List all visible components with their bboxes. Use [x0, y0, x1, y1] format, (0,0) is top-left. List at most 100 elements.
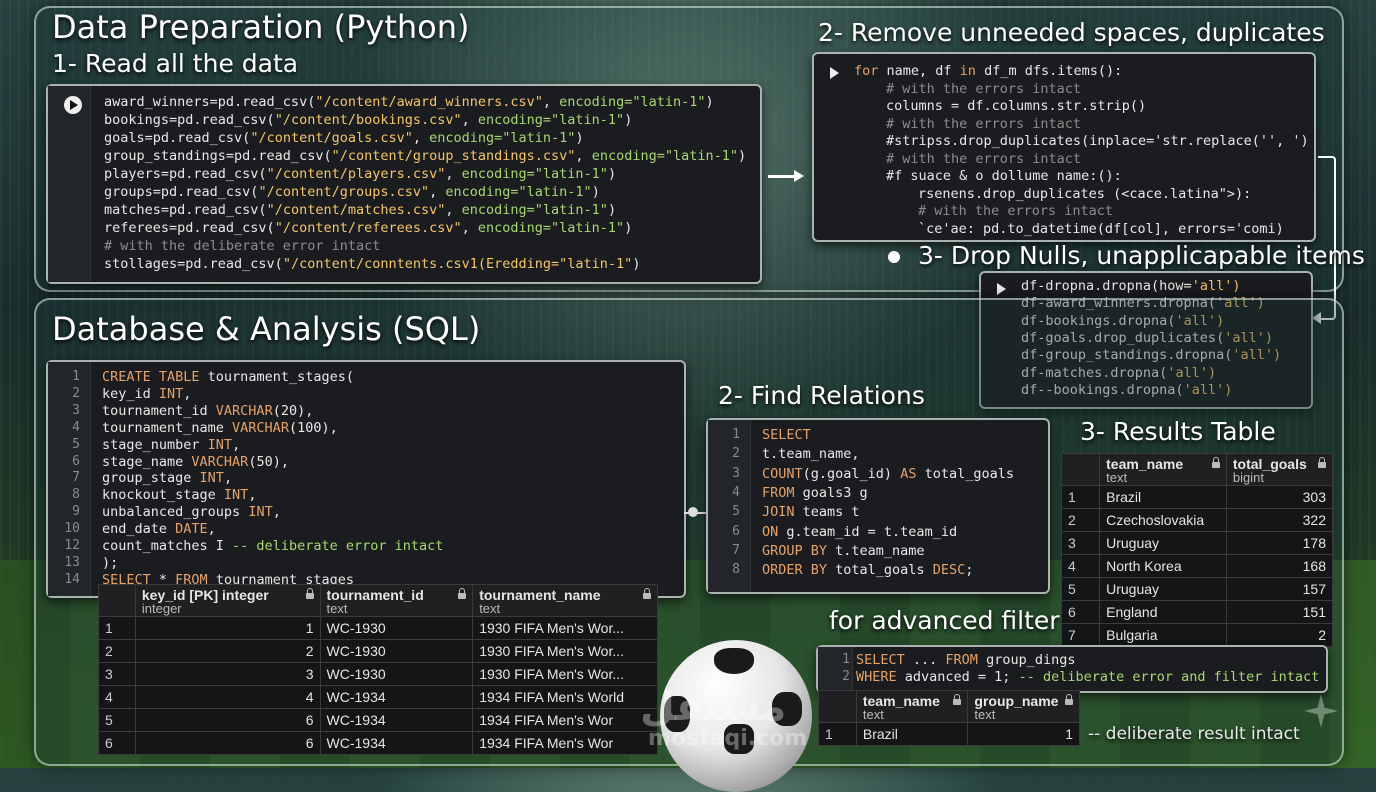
column-header[interactable]: team_name text	[1099, 453, 1227, 486]
column-header[interactable]: group_name text	[967, 690, 1080, 723]
code-keyword: WHERE	[856, 669, 897, 685]
code-line: t.team_name,	[762, 445, 860, 463]
row-index: 1	[98, 616, 136, 640]
row-index: 6	[1060, 600, 1101, 624]
filter-result-table[interactable]: team_name text group_name text 1 Brazil 1	[818, 690, 1080, 746]
table-row[interactable]: 3 3 WC-1930 1930 FIFA Men's Wor...	[98, 662, 658, 686]
table-row[interactable]: 7 Bulgaria 2	[1060, 623, 1334, 647]
table-row[interactable]: 1 1 WC-1930 1930 FIFA Men's Wor...	[98, 616, 658, 640]
line-number: 6	[72, 453, 80, 469]
column-header[interactable]: team_name text	[855, 690, 969, 723]
column-type: text	[862, 707, 884, 722]
code-line: CREATE TABLE tournament_stages(	[102, 368, 354, 386]
table-row[interactable]: 1 Brazil 303	[1060, 485, 1334, 509]
line-number: 7	[72, 470, 80, 486]
read-csv-code-cell[interactable]: award_winners=pd.read_csv("/content/awar…	[46, 84, 762, 284]
code-line: matches=pd.read_csv("/content/matches.cs…	[104, 201, 616, 219]
ball-patch	[714, 648, 754, 674]
code-keyword: INT	[207, 436, 233, 453]
code-line: #stripss.drop_duplicates(inplace='str.re…	[886, 132, 1309, 150]
results-table-heading: 3- Results Table	[1080, 417, 1276, 446]
table-row[interactable]: 5 6 WC-1934 1934 FIFA Men's Wor	[98, 708, 658, 732]
clean-code-cell[interactable]: for name, df in df_m dfs.items(): # with …	[812, 52, 1316, 242]
code-line: group_standings=pd.read_csv("/content/gr…	[104, 147, 746, 165]
code-token: ,	[542, 94, 560, 110]
code-token: advanced = 1;	[896, 669, 1019, 685]
table-row[interactable]: 2 Czechoslovakia 322	[1060, 508, 1334, 532]
code-token: (100),	[288, 419, 338, 436]
code-token: total_goals	[827, 562, 933, 579]
row-index: 5	[1060, 577, 1101, 601]
row-index: 3	[98, 662, 136, 686]
table-cell: Brazil	[855, 722, 969, 746]
code-keyword: ORDER BY	[762, 562, 828, 579]
goals-results-table[interactable]: team_name text total_goals bigint 1 Brazil 303…	[1060, 453, 1334, 647]
code-token: goals3 g	[794, 484, 868, 501]
code-line: #f suace & o dollume name:():	[886, 167, 1122, 185]
table-row[interactable]: 4 4 WC-1934 1934 FIFA Men's World	[98, 685, 658, 709]
table-row[interactable]: 5 Uruguay 157	[1060, 577, 1334, 601]
code-token: )	[607, 166, 617, 182]
code-keyword: SELECT	[762, 427, 811, 443]
code-line: # with the errors intact	[886, 115, 1081, 133]
code-token: unbalanced_groups	[102, 504, 249, 521]
code-token: stage_number	[102, 436, 208, 453]
code-encoding: encoding="latin-1"	[461, 166, 608, 182]
code-token: total_goals	[916, 465, 1014, 482]
table-cell: North Korea	[1099, 554, 1227, 578]
code-token: ,	[248, 487, 257, 504]
row-index: 2	[98, 639, 136, 663]
code-token: ,	[575, 148, 592, 164]
code-line: WHERE advanced = 1; -- deliberate error …	[856, 668, 1319, 686]
code-token: )	[624, 112, 633, 128]
filter-query-editor[interactable]: 1 SELECT ... FROM group_dings 2 WHERE advan…	[816, 645, 1328, 693]
column-header[interactable]: total_goals bigint	[1225, 453, 1334, 486]
table-row[interactable]: 3 Uruguay 178	[1060, 531, 1334, 555]
python-title: Data Preparation (Python)	[52, 8, 470, 46]
filter-result-note: -- deliberate result intact	[1088, 724, 1300, 744]
code-line: # with the deliberate error intact	[104, 237, 380, 255]
line-number: 6	[732, 523, 740, 539]
table-cell: WC-1930	[319, 616, 474, 640]
code-token: t.team_name,	[762, 446, 860, 463]
table-row[interactable]: 1 Brazil 1	[818, 722, 1080, 746]
run-cell-icon[interactable]	[64, 96, 82, 114]
table-cell: 303	[1225, 485, 1334, 509]
line-number: 8	[732, 562, 740, 578]
code-line: SELECT	[762, 426, 811, 444]
run-triangle-icon[interactable]	[830, 67, 839, 79]
read-data-heading: 1- Read all the data	[52, 49, 299, 78]
row-index: 7	[1060, 623, 1101, 647]
tournament-stages-result-table[interactable]: key_id [PK] integer integer tournament_id t…	[98, 584, 658, 755]
code-line: GROUP BY t.team_name	[762, 542, 925, 560]
table-cell: 151	[1225, 600, 1334, 624]
table-row[interactable]: 2 2 WC-1930 1930 FIFA Men's Wor...	[98, 639, 658, 663]
line-number: 7	[732, 542, 740, 558]
column-type: integer	[141, 601, 182, 616]
code-token: group_stage	[102, 470, 200, 487]
table-cell: 168	[1225, 554, 1334, 578]
relations-query-editor[interactable]: 1 SELECT 2 t.team_name, 3 COUNT(g.goal_id) AS…	[706, 418, 1050, 594]
table-row[interactable]: 4 North Korea 168	[1060, 554, 1334, 578]
code-string: 'all')	[1191, 278, 1241, 294]
line-number: 10	[64, 521, 80, 537]
column-header[interactable]: tournament_name text	[472, 584, 658, 617]
code-token: )	[738, 148, 747, 164]
create-table-editor[interactable]: 1 CREATE TABLE tournament_stages(2 key_id …	[46, 360, 686, 598]
table-row[interactable]: 6 6 WC-1934 1934 FIFA Men's Wor	[98, 731, 658, 755]
code-line: bookings=pd.read_csv("/content/bookings.…	[104, 111, 632, 129]
code-token: ,	[445, 202, 462, 218]
table-cell: 322	[1225, 508, 1334, 532]
code-token: ,	[461, 220, 478, 236]
code-token: knockout_stage	[102, 487, 224, 504]
code-token: teams t	[794, 504, 860, 521]
table-row[interactable]: 6 England 151	[1060, 600, 1334, 624]
column-header[interactable]: key_id [PK] integer integer	[134, 584, 321, 617]
code-keyword: VARCHAR	[232, 419, 289, 436]
column-header[interactable]: tournament_id text	[319, 584, 474, 617]
code-line: groups=pd.read_csv("/content/groups.csv"…	[104, 183, 600, 201]
code-comment: # with the errors intact	[886, 115, 1082, 132]
table-cell: 4	[134, 685, 321, 709]
row-index-header	[1060, 453, 1101, 486]
run-triangle-icon[interactable]	[997, 283, 1006, 295]
